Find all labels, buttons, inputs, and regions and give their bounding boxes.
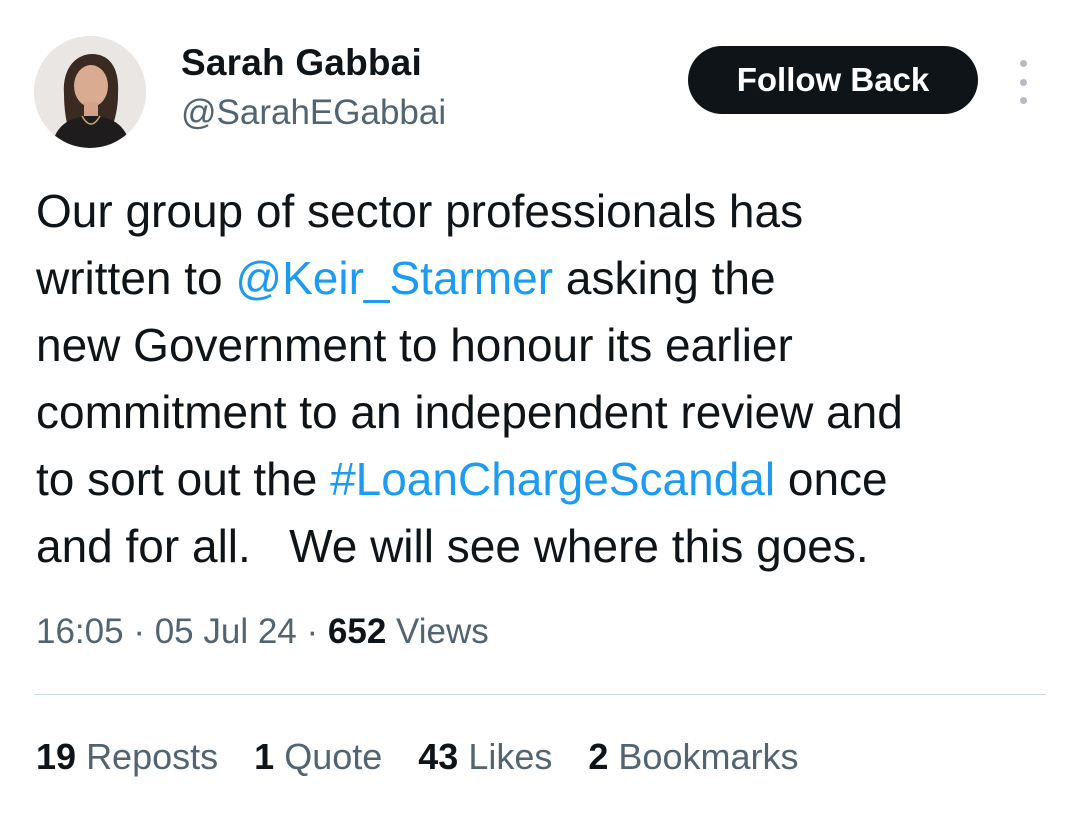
tweet-line: to sort out the #LoanChargeScandal once (36, 446, 1066, 513)
tweet-text-segment: once (775, 453, 888, 505)
mention-link[interactable]: @Keir_Starmer (235, 252, 553, 304)
author-name[interactable]: Sarah Gabbai (181, 42, 422, 84)
tweet-line: Our group of sector professionals has (36, 178, 1066, 245)
quotes-stat[interactable]: 1 Quote (254, 736, 382, 778)
tweet-line: commitment to an independent review and (36, 379, 1066, 446)
tweet-line: new Government to honour its earlier (36, 312, 1066, 379)
tweet-text: Our group of sector professionals has wr… (36, 178, 1066, 580)
reposts-stat[interactable]: 19 Reposts (36, 736, 218, 778)
dot (1019, 60, 1027, 67)
tweet-line: written to @Keir_Starmer asking the (36, 245, 1066, 312)
reposts-count: 19 (36, 736, 77, 777)
quotes-label: Quote (284, 736, 383, 777)
bookmarks-stat[interactable]: 2 Bookmarks (588, 736, 798, 778)
tweet-line: and for all. We will see where this goes… (36, 513, 1066, 580)
views-count: 652 (327, 612, 387, 651)
follow-back-button[interactable]: Follow Back (688, 46, 978, 114)
dot (1019, 97, 1027, 104)
likes-stat[interactable]: 43 Likes (418, 736, 552, 778)
tweet-time[interactable]: 16:05 (36, 612, 124, 651)
tweet-text-segment: written to (36, 252, 236, 304)
tweet-date[interactable]: 05 Jul 24 (155, 612, 297, 651)
tweet-text-segment: new Government to honour its earlier (36, 319, 793, 371)
quotes-count: 1 (254, 736, 275, 777)
likes-count: 43 (418, 736, 459, 777)
likes-label: Likes (468, 736, 553, 777)
engagement-stats: 19 Reposts 1 Quote 43 Likes 2 Bookmarks (36, 736, 798, 778)
tweet-text-segment: commitment to an independent review and (36, 386, 903, 438)
more-vertical-icon[interactable] (1010, 60, 1036, 104)
bookmarks-label: Bookmarks (618, 736, 799, 777)
divider (34, 694, 1046, 695)
avatar-photo (34, 36, 146, 148)
views-label: Views (396, 612, 489, 651)
tweet-meta: 16:05 · 05 Jul 24 · 652 Views (36, 612, 489, 652)
tweet-text-segment: to sort out the (36, 453, 331, 505)
meta-separator: · (306, 612, 319, 651)
dot (1019, 78, 1027, 86)
hashtag-link[interactable]: #LoanChargeScandal (330, 453, 775, 505)
reposts-label: Reposts (86, 736, 219, 777)
tweet-text-segment: Our group of sector professionals has (36, 185, 804, 237)
tweet-text-segment: and for all. We will see where this goes… (36, 520, 869, 572)
avatar[interactable] (34, 36, 146, 148)
bookmarks-count: 2 (588, 736, 609, 777)
meta-separator: · (133, 612, 145, 651)
tweet-detail: Sarah Gabbai @SarahEGabbai Follow Back O… (0, 0, 1080, 814)
tweet-text-segment: asking the (553, 252, 776, 304)
author-handle[interactable]: @SarahEGabbai (181, 93, 446, 133)
